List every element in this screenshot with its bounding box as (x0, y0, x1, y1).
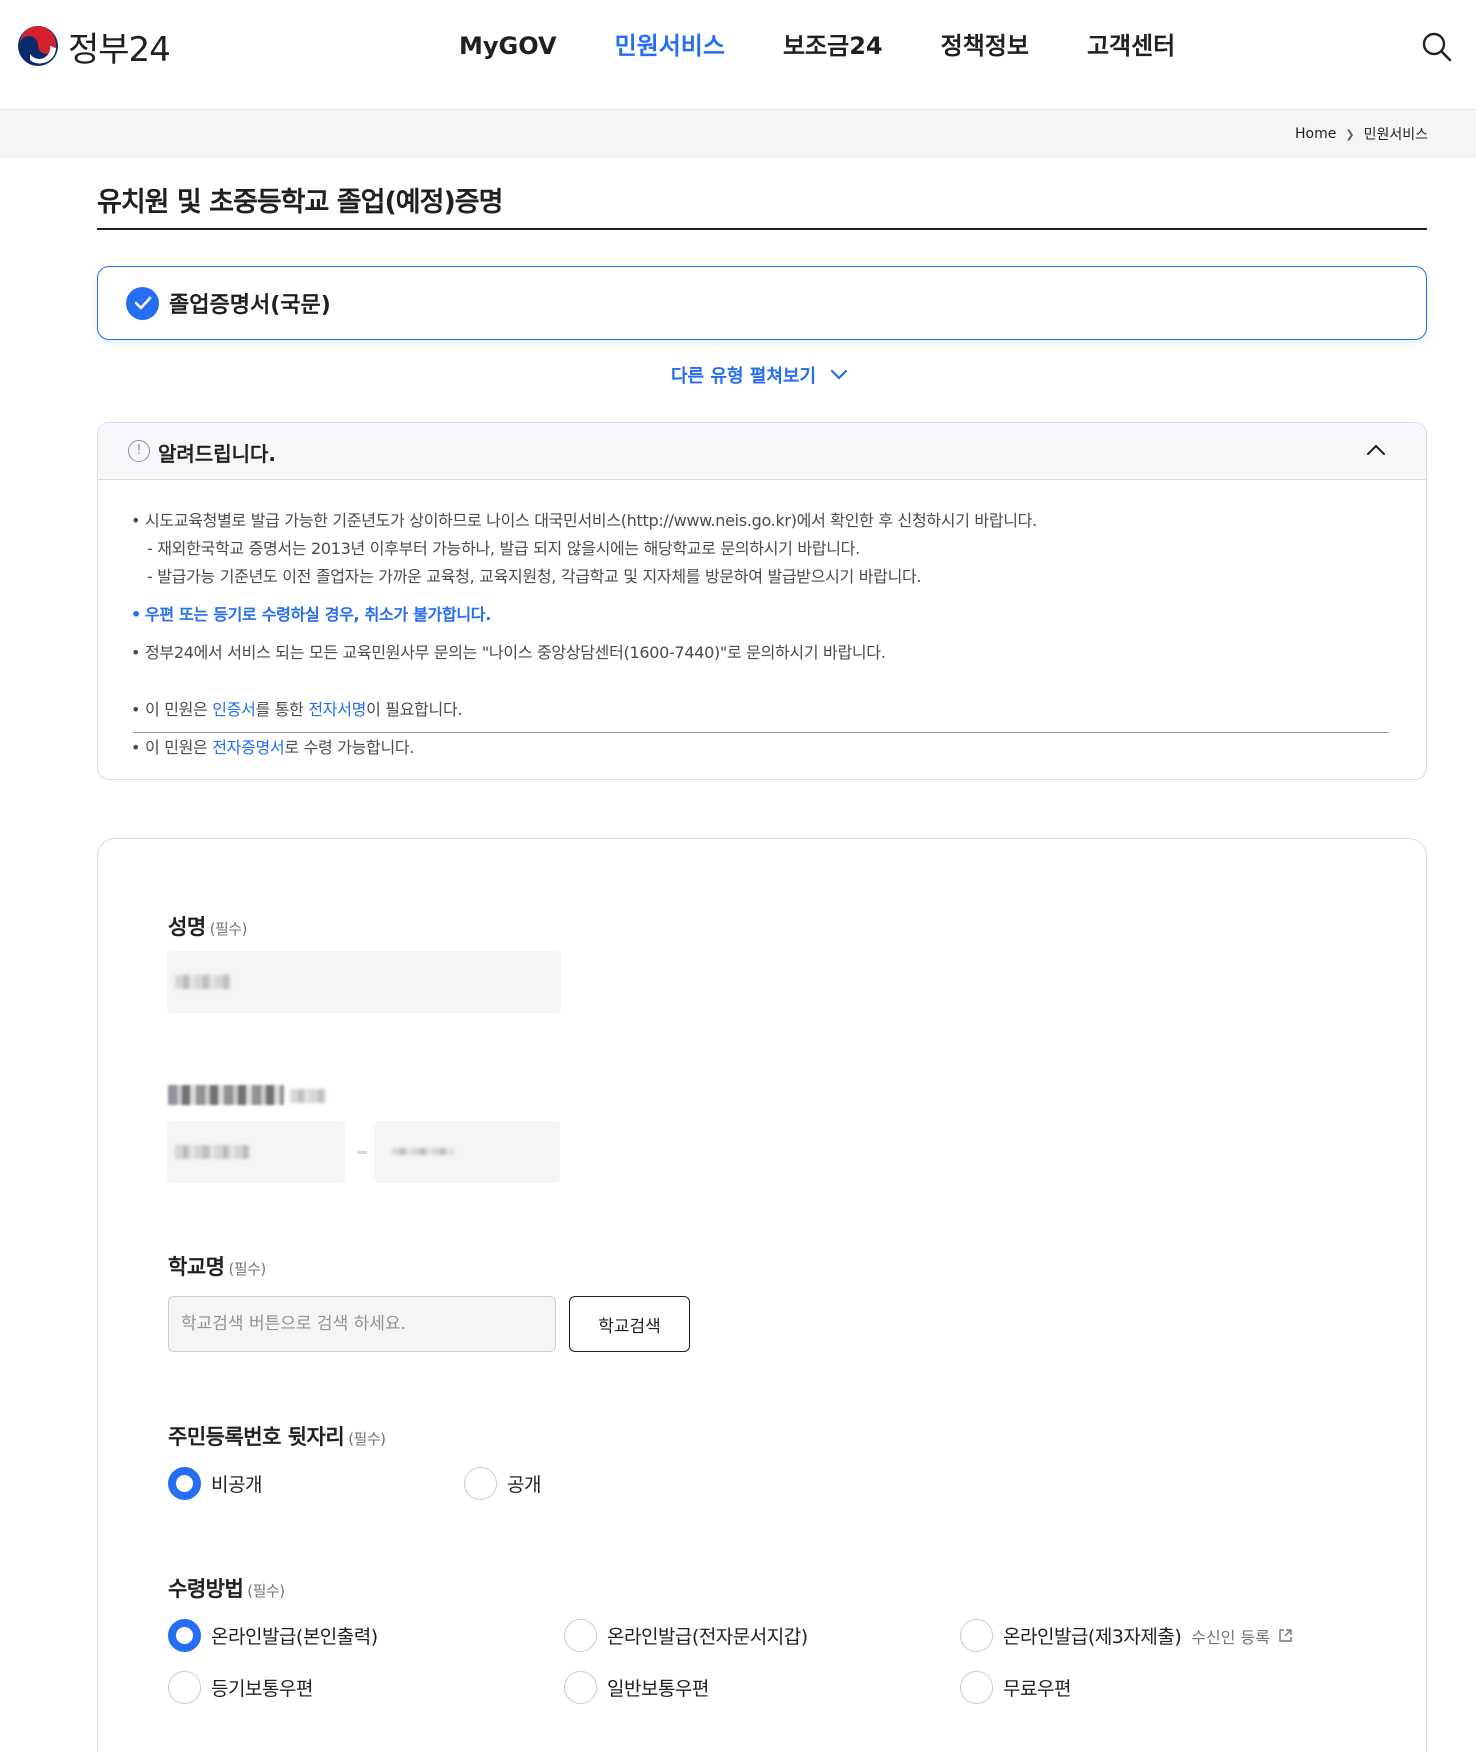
e-certificate-link[interactable]: 전자증명서 (212, 738, 284, 757)
receipt-option-label: 무료우편 (1003, 1678, 1071, 1700)
receipt-online-third-party-radio[interactable]: 온라인발급(제3자제출) 수신인 등록 (960, 1619, 1293, 1652)
receipt-label: 수령방법 (필수) (168, 1573, 285, 1603)
notice-item: • 시도교육청별로 발급 가능한 기준년도가 상이하므로 나이스 대국민서비스(h… (131, 511, 1037, 530)
receipt-registered-mail-radio[interactable]: 등기보통우편 (168, 1671, 313, 1704)
breadcrumb-band: Home ❯ 민원서비스 (0, 110, 1476, 158)
required-tag: (필수) (209, 920, 248, 938)
notice-item: • 정부24에서 서비스 되는 모든 교육민원사무 문의는 "나이스 중앙상담센터… (131, 643, 886, 662)
required-tag: (필수) (348, 1430, 386, 1448)
redacted-label-tag (290, 1089, 326, 1103)
receipt-option-label: 온라인발급(본인출력) (211, 1626, 378, 1648)
school-label-text: 학교명 (168, 1255, 225, 1279)
notice-text: 로 수령 가능합니다. (284, 738, 415, 757)
breadcrumb-home[interactable]: Home (1295, 126, 1336, 142)
e-signature-link[interactable]: 전자서명 (308, 700, 366, 719)
notice-header[interactable]: ! 알려드립니다. (98, 423, 1426, 480)
receipt-option-label: 일반보통우편 (607, 1678, 709, 1700)
name-label: 성명 (필수) (168, 911, 247, 941)
radio-unselected-icon (464, 1467, 497, 1500)
notice-sign-info: • 이 민원은 인증서를 통한 전자서명이 필요합니다. (131, 700, 463, 719)
notice-receive-info: • 이 민원은 전자증명서로 수령 가능합니다. (131, 738, 415, 757)
redacted-value (175, 1145, 249, 1159)
receipt-option-label: 온라인발급(전자문서지갑) (607, 1626, 808, 1648)
school-label: 학교명 (필수) (168, 1251, 266, 1281)
required-tag: (필수) (228, 1260, 266, 1278)
certificate-type-card[interactable]: 졸업증명서(국문) (97, 266, 1427, 340)
notice-subitem: - 재외한국학교 증명서는 2013년 이후부터 가능하나, 발급 되지 않을시… (147, 539, 860, 558)
radio-unselected-icon (168, 1671, 201, 1704)
breadcrumb: Home ❯ 민원서비스 (1295, 124, 1428, 144)
receipt-online-self-radio[interactable]: 온라인발급(본인출력) (168, 1619, 378, 1652)
field-separator (357, 1151, 367, 1154)
rrn-label: 주민등록번호 뒷자리 (필수) (168, 1421, 386, 1451)
rrn-public-radio[interactable]: 공개 (464, 1467, 541, 1500)
rrn-private-radio[interactable]: 비공개 (168, 1467, 262, 1500)
title-divider (97, 228, 1427, 230)
radio-unselected-icon (564, 1671, 597, 1704)
expand-other-types-label: 다른 유형 펼쳐보기 (671, 366, 817, 387)
logo-text: 정부24 (68, 29, 171, 70)
chevron-up-icon[interactable] (1366, 443, 1386, 457)
external-link-icon (1279, 1629, 1292, 1642)
name-field[interactable] (167, 951, 561, 1013)
notice-warning-text: 우편 또는 등기로 수령하실 경우, 취소가 불가합니다. (145, 605, 491, 624)
redacted-field-front[interactable] (167, 1121, 345, 1183)
notice-text: 를 통한 (255, 700, 309, 719)
nav-subsidy24[interactable]: 보조금24 (783, 28, 883, 64)
receipt-online-wallet-radio[interactable]: 온라인발급(전자문서지갑) (564, 1619, 808, 1652)
main-nav: MyGOV 민원서비스 보조금24 정책정보 고객센터 (459, 28, 1233, 64)
redacted-label (168, 1085, 284, 1105)
site-logo[interactable]: 정부24 (16, 24, 171, 70)
search-icon[interactable] (1420, 30, 1454, 64)
breadcrumb-current[interactable]: 민원서비스 (1364, 124, 1428, 144)
notice-warning: • 우편 또는 등기로 수령하실 경우, 취소가 불가합니다. (131, 605, 491, 624)
notice-divider (133, 732, 1389, 733)
receipt-regular-mail-radio[interactable]: 일반보통우편 (564, 1671, 709, 1704)
application-form: 성명(필수) 학교명(필수) 학교검색 주민등록번호 뒷자리(필수) 비공개 공… (97, 838, 1427, 1752)
redacted-field-back[interactable] (374, 1121, 560, 1183)
rrn-public-label: 공개 (507, 1474, 541, 1496)
rrn-private-label: 비공개 (211, 1474, 262, 1496)
radio-selected-icon (168, 1619, 201, 1652)
notice-text: 이 필요합니다. (366, 700, 463, 719)
notice-text: 정부24에서 서비스 되는 모든 교육민원사무 문의는 "나이스 중앙상담센터(… (145, 643, 886, 662)
certificate-type-label: 졸업증명서(국문) (169, 293, 331, 318)
recipient-register-label: 수신인 등록 (1191, 1627, 1270, 1647)
notice-text: 이 민원은 (145, 738, 213, 757)
redacted-value (392, 1148, 454, 1155)
notice-subitem: - 발급가능 기준년도 이전 졸업자는 가까운 교육청, 교육지원청, 각급학교… (147, 567, 922, 586)
site-header: 정부24 MyGOV 민원서비스 보조금24 정책정보 고객센터 (0, 0, 1476, 110)
chevron-right-icon: ❯ (1345, 127, 1355, 141)
receipt-free-mail-radio[interactable]: 무료우편 (960, 1671, 1071, 1704)
notice-text: 시도교육청별로 발급 가능한 기준년도가 상이하므로 나이스 대국민서비스(ht… (145, 511, 1037, 530)
radio-unselected-icon (960, 1619, 993, 1652)
nav-policy-info[interactable]: 정책정보 (941, 28, 1029, 64)
school-search-button[interactable]: 학교검색 (569, 1296, 690, 1352)
page-title: 유치원 및 초중등학교 졸업(예정)증명 (97, 187, 503, 218)
notice-panel: ! 알려드립니다. • 시도교육청별로 발급 가능한 기준년도가 상이하므로 나이… (97, 422, 1427, 780)
radio-selected-icon (168, 1467, 201, 1500)
radio-unselected-icon (960, 1671, 993, 1704)
radio-unselected-icon (564, 1619, 597, 1652)
nav-civil-service[interactable]: 민원서비스 (615, 28, 725, 64)
certificate-link[interactable]: 인증서 (212, 700, 256, 719)
name-label-text: 성명 (168, 915, 206, 939)
chevron-down-icon (830, 369, 848, 380)
receipt-option-label: 등기보통우편 (211, 1678, 313, 1700)
expand-other-types-button[interactable]: 다른 유형 펼쳐보기 (671, 362, 848, 388)
required-tag: (필수) (247, 1582, 285, 1600)
notice-text: 이 민원은 (145, 700, 213, 719)
redacted-name (175, 975, 231, 989)
school-name-input[interactable] (168, 1296, 556, 1352)
recipient-register-link[interactable]: 수신인 등록 (1191, 1624, 1293, 1648)
receipt-label-text: 수령방법 (168, 1577, 244, 1601)
notice-title: 알려드립니다. (158, 442, 276, 466)
info-icon: ! (128, 440, 150, 462)
receipt-option-label: 온라인발급(제3자제출) (1003, 1626, 1182, 1648)
nav-mygov[interactable]: MyGOV (459, 28, 557, 64)
taegeuk-logo-icon (18, 26, 58, 66)
nav-customer-center[interactable]: 고객센터 (1087, 28, 1175, 64)
check-icon (126, 286, 159, 320)
rrn-label-text: 주민등록번호 뒷자리 (168, 1425, 345, 1449)
